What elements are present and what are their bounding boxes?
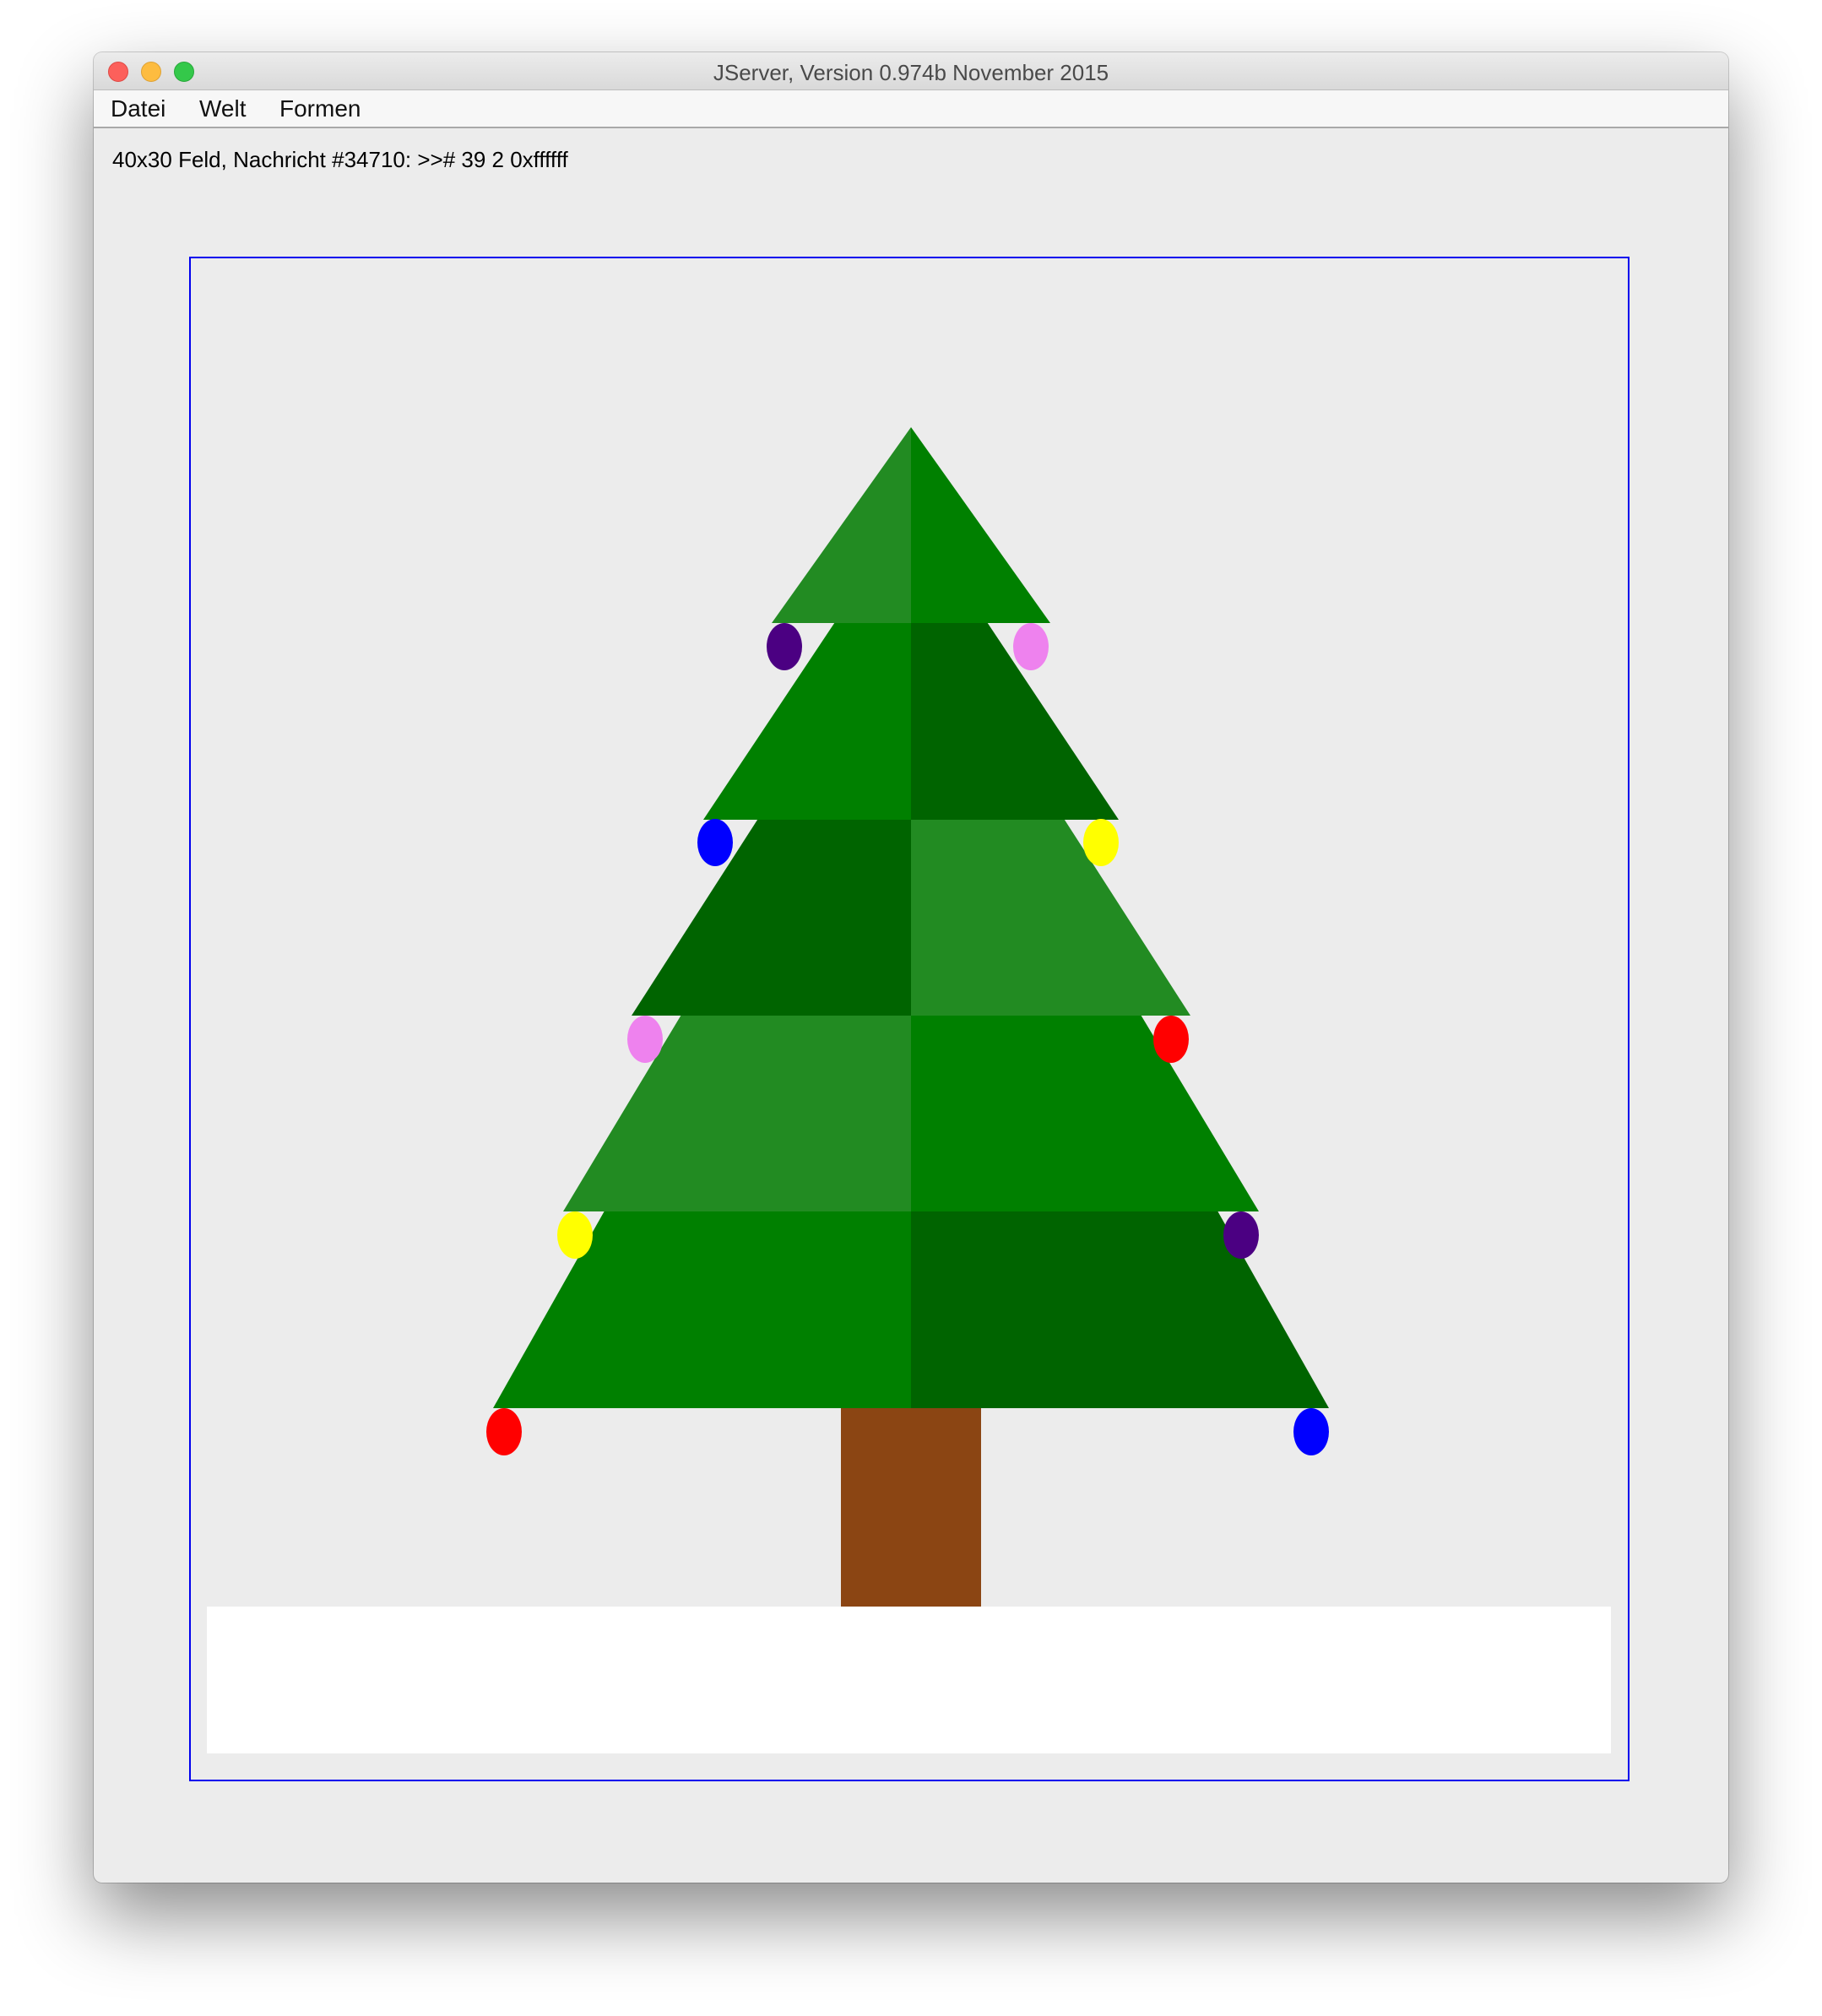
ornament-right-1	[1013, 623, 1049, 670]
tree-tier-left-4	[563, 1016, 911, 1211]
tree-tier-right-4	[911, 1016, 1259, 1211]
ornament-left-4	[557, 1211, 593, 1259]
status-message: 40x30 Feld, Nachricht #34710: >># 39 2 0…	[112, 147, 568, 172]
menu-datei[interactable]: Datei	[107, 95, 169, 122]
ornament-left-2	[697, 819, 733, 866]
tree-tier-left-1	[772, 427, 911, 623]
ornament-right-2	[1083, 819, 1119, 866]
tree-tier-right-5	[911, 1211, 1329, 1408]
tree-tier-right-3	[911, 820, 1190, 1016]
ornament-left-3	[627, 1016, 663, 1063]
menu-welt[interactable]: Welt	[196, 95, 250, 122]
ornament-right-5	[1293, 1408, 1329, 1455]
world-canvas[interactable]	[189, 257, 1629, 1781]
ornament-right-4	[1223, 1211, 1259, 1259]
ornament-left-5	[486, 1408, 522, 1455]
tree-tier-left-2	[703, 623, 911, 820]
window-title: JServer, Version 0.974b November 2015	[713, 60, 1109, 85]
app-window: JServer, Version 0.974b November 2015 Da…	[94, 52, 1728, 1883]
ornament-left-1	[767, 623, 802, 670]
tree-tier-left-3	[632, 820, 911, 1016]
ornament-right-3	[1153, 1016, 1189, 1063]
menu-bar: Datei Welt Formen	[94, 90, 1728, 128]
snow-ground	[207, 1607, 1611, 1753]
tree-tier-right-1	[911, 427, 1050, 623]
menu-formen[interactable]: Formen	[276, 95, 364, 122]
tree-trunk	[841, 1408, 981, 1607]
tree-scene	[207, 427, 1611, 1753]
tree-tier-left-5	[493, 1211, 911, 1408]
title-bar[interactable]: JServer, Version 0.974b November 2015	[94, 52, 1728, 90]
